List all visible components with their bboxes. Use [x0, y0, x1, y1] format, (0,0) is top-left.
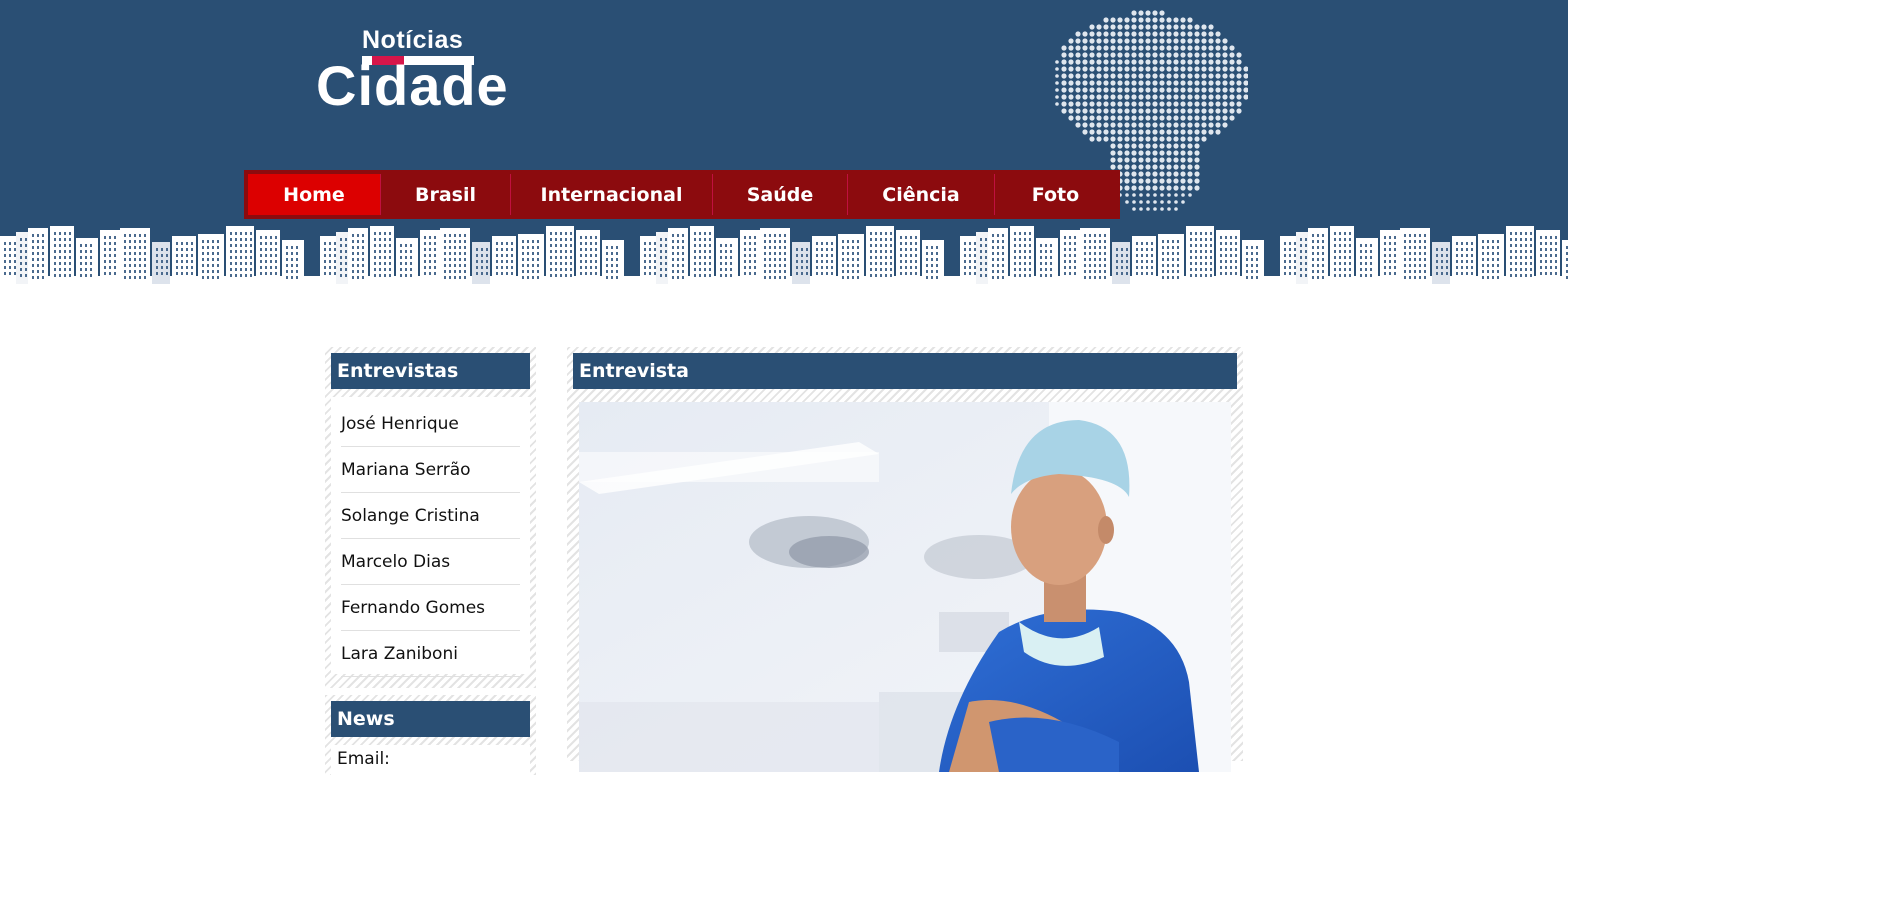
newsletter-form: Email: — [331, 745, 530, 785]
main-content: Entrevista — [567, 347, 1243, 772]
interview-name: José Henrique — [341, 413, 459, 434]
interviews-list: José Henrique Mariana Serrão Solange Cri… — [331, 397, 530, 677]
main-nav: Home Brasil Internacional Saúde Ciência … — [244, 170, 1120, 219]
interviews-title: Entrevistas — [331, 353, 530, 389]
interview-link[interactable]: José Henrique — [341, 401, 520, 447]
interview-name: Marcelo Dias — [341, 551, 451, 572]
interview-name: Lara Zaniboni — [341, 643, 458, 664]
news-box: News Email: — [325, 695, 536, 785]
nav-home[interactable]: Home — [248, 174, 381, 215]
nav-ciencia[interactable]: Ciência — [848, 174, 995, 215]
interview-link[interactable]: Solange Cristina — [341, 493, 520, 539]
interview-name: Solange Cristina — [341, 505, 480, 526]
nav-foto[interactable]: Foto — [995, 174, 1116, 215]
city-skyline — [0, 226, 1568, 290]
interviews-box: Entrevistas José Henrique Mariana Serrão… — [325, 347, 536, 688]
interview-link[interactable]: Fernando Gomes — [341, 585, 520, 631]
interview-link[interactable]: Marcelo Dias — [341, 539, 520, 585]
nav-saude[interactable]: Saúde — [713, 174, 848, 215]
doctor-photo — [579, 402, 1231, 772]
interview-name: Fernando Gomes — [341, 597, 486, 618]
logo-top-text: Notícias — [362, 26, 464, 54]
content-title: Entrevista — [573, 353, 1237, 389]
site-logo[interactable]: Notícias Cidade — [316, 26, 516, 118]
nav-brasil[interactable]: Brasil — [381, 174, 511, 215]
nav-internacional[interactable]: Internacional — [511, 174, 713, 215]
email-label: Email: — [337, 749, 390, 769]
sidebar: Entrevistas José Henrique Mariana Serrão… — [325, 347, 536, 785]
news-title: News — [331, 701, 530, 737]
logo-main-text: Cidade — [316, 54, 509, 117]
interview-link[interactable]: Mariana Serrão — [341, 447, 520, 493]
interview-name: Mariana Serrão — [341, 459, 471, 480]
site-header: Notícias Cidade Home Brasil Internaciona… — [0, 0, 1568, 290]
doctor-illustration — [579, 402, 1231, 772]
interview-link[interactable]: Lara Zaniboni — [341, 631, 520, 677]
